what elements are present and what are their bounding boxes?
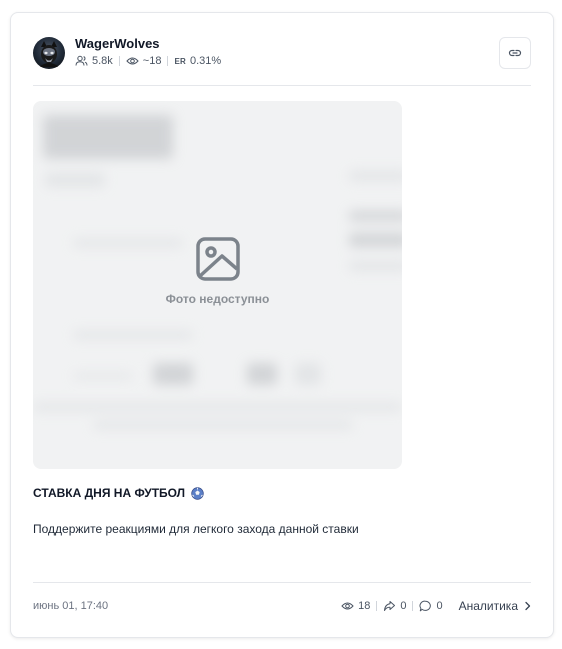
image-unavailable-text: Фото недоступно <box>165 292 270 306</box>
subscribers-stat: 5.8k <box>75 55 113 67</box>
link-icon <box>508 49 522 57</box>
subscribers-count: 5.8k <box>92 55 113 67</box>
post-header: WagerWolves 5.8k ~18 ER 0.31% <box>33 35 531 75</box>
post-shares-count: 0 <box>400 600 407 612</box>
post-comments-count: 0 <box>436 600 443 612</box>
er-stat: ER 0.31% <box>174 55 221 67</box>
views-count: ~18 <box>142 55 162 67</box>
stat-divider <box>376 601 378 611</box>
post-card: WagerWolves 5.8k ~18 ER 0.31% Фото недос… <box>10 12 554 638</box>
post-comments: 0 <box>419 600 443 612</box>
post-date: июнь 01, 17:40 <box>33 600 109 612</box>
copy-link-button[interactable] <box>499 37 531 69</box>
header-divider <box>33 85 531 86</box>
comment-icon <box>419 600 432 612</box>
channel-name[interactable]: WagerWolves <box>75 36 160 51</box>
post-views-count: 18 <box>358 600 371 612</box>
post-footer: июнь 01, 17:40 18 0 0 Аналитика <box>33 599 531 615</box>
post-text: Поддержите реакциями для легкого захода … <box>33 522 359 536</box>
chevron-right-icon <box>525 601 531 611</box>
avatar[interactable] <box>33 37 65 69</box>
stat-divider <box>118 56 120 66</box>
image-unavailable-overlay: Фото недоступно <box>33 101 402 469</box>
footer-divider <box>33 582 531 583</box>
post-title: СТАВКА ДНЯ НА ФУТБОЛ <box>33 486 204 500</box>
stat-divider <box>412 601 414 611</box>
post-title-text: СТАВКА ДНЯ НА ФУТБОЛ <box>33 486 186 500</box>
channel-stats: 5.8k ~18 ER 0.31% <box>75 55 221 67</box>
post-stats: 18 0 0 Аналитика <box>341 599 531 613</box>
er-tag: ER <box>174 56 186 66</box>
post-views: 18 <box>341 600 370 612</box>
soccer-ball-icon <box>191 486 204 500</box>
views-stat: ~18 <box>126 55 162 67</box>
analytics-link[interactable]: Аналитика <box>459 599 531 613</box>
image-icon <box>195 237 240 281</box>
stat-divider <box>167 56 169 66</box>
wolf-avatar-icon <box>39 41 59 67</box>
analytics-label: Аналитика <box>458 599 518 613</box>
post-image-placeholder[interactable]: Фото недоступно <box>33 101 402 469</box>
eye-icon <box>126 57 139 65</box>
share-icon <box>384 601 396 611</box>
eye-icon <box>341 602 354 610</box>
post-shares: 0 <box>383 600 406 612</box>
er-value: 0.31% <box>189 55 222 67</box>
users-icon <box>75 55 88 66</box>
